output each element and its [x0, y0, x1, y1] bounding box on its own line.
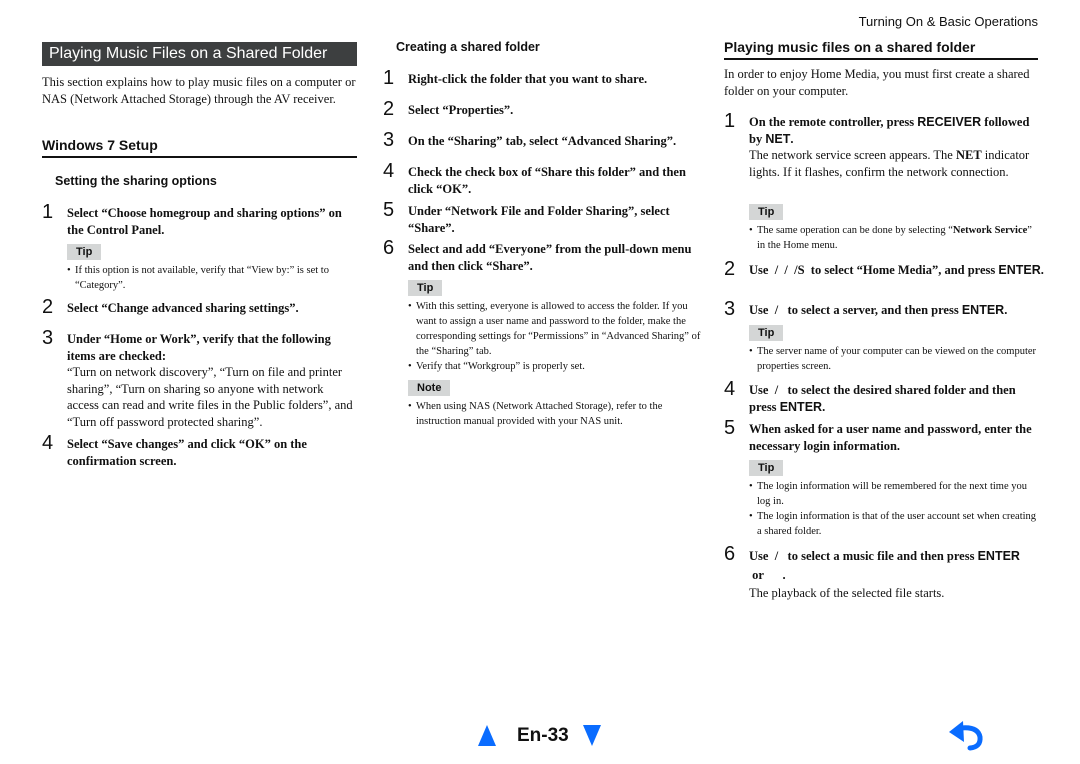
tip-item: If this option is not available, verify … [67, 263, 359, 293]
step-number: 5 [724, 417, 736, 439]
step-number: 3 [42, 327, 54, 349]
step-item: 3 Under “Home or Work”, verify that the … [42, 327, 357, 430]
step-text: Right-click the folder that you want to … [408, 72, 648, 86]
section-header: Turning On & Basic Operations [858, 14, 1038, 29]
step-text: Select “Choose homegroup and sharing opt… [67, 206, 342, 237]
step-text: Select “Properties”. [408, 103, 514, 117]
step-number: 3 [383, 129, 395, 151]
step-text: Select “Save changes” and click “OK” on … [67, 437, 307, 468]
tip-badge: Tip [67, 244, 102, 260]
step-item: 5 Under “Network File and Folder Sharing… [383, 199, 698, 236]
step-body: The network service screen appears. The … [749, 148, 1030, 179]
tip-item: Verify that “Workgroup” is properly set. [408, 359, 703, 374]
windows7-heading: Windows 7 Setup [42, 137, 357, 158]
intro-text: This section explains how to play music … [42, 75, 356, 106]
step-number: 6 [724, 543, 736, 565]
tip-item: The login information is that of the use… [749, 509, 1039, 539]
step-item: 3 Use / to select a server, and then pre… [724, 298, 1038, 320]
step-item: 3 On the “Sharing” tab, select “Advanced… [383, 129, 698, 151]
next-page-icon[interactable] [583, 725, 601, 746]
step-item: 4 Select “Save changes” and click “OK” o… [42, 432, 357, 469]
tip-badge: Tip [749, 204, 784, 220]
step-number: 2 [42, 296, 54, 318]
back-icon[interactable] [946, 720, 986, 752]
step-text: Under “Home or Work”, verify that the fo… [67, 332, 331, 363]
step-text: On the “Sharing” tab, select “Advanced S… [408, 134, 677, 148]
step-text: When asked for a user name and password,… [749, 422, 1032, 453]
step-text: Under “Network File and Folder Sharing”,… [408, 204, 670, 235]
tip-item: With this setting, everyone is allowed t… [408, 299, 703, 359]
note-badge: Note [408, 380, 451, 396]
step-item: 2 Select “Properties”. [383, 98, 698, 120]
step-text: Use / to select a music file and then pr… [749, 549, 1020, 582]
step-number: 4 [724, 378, 736, 400]
step-number: 4 [383, 160, 395, 182]
step-number: 5 [383, 199, 395, 221]
tip-item: The login information will be remembered… [749, 479, 1039, 509]
step-text: Select “Change advanced sharing settings… [67, 301, 299, 315]
step-number: 1 [42, 201, 54, 223]
step-text: Check the check box of “Share this folde… [408, 165, 686, 196]
tip-list: The login information will be remembered… [749, 479, 1039, 539]
sharing-options-subheading: Setting the sharing options [55, 174, 217, 188]
right-intro-text: In order to enjoy Home Media, you must f… [724, 67, 1030, 98]
step-number: 6 [383, 237, 395, 259]
step-number: 2 [724, 258, 736, 280]
tip-item: The server name of your computer can be … [749, 344, 1039, 374]
step-item: 1 On the remote controller, press RECEIV… [724, 110, 1038, 180]
step-number: 1 [383, 67, 395, 89]
creating-folder-subheading: Creating a shared folder [396, 40, 540, 54]
step-item: 6 Select and add “Everyone” from the pul… [383, 237, 698, 274]
section-banner: Playing Music Files on a Shared Folder [42, 42, 357, 66]
step-body: The playback of the selected file starts… [749, 586, 945, 600]
tip-list: The same operation can be done by select… [749, 223, 1039, 253]
step-text: Use / to select a server, and then press… [749, 303, 1008, 317]
step-item: 2 Use / / /S to select “Home Media”, and… [724, 258, 1044, 280]
step-item: 6 Use / to select a music file and then … [724, 543, 1038, 602]
step-item: 4 Use / to select the desired shared fol… [724, 378, 1038, 415]
step-item: 4 Check the check box of “Share this fol… [383, 160, 698, 197]
page-number: En-33 [517, 725, 569, 746]
note-item: When using NAS (Network Attached Storage… [408, 399, 703, 429]
shared-folder-heading: Playing music files on a shared folder [724, 39, 1038, 60]
step-body: “Turn on network discovery”, “Turn on fi… [67, 365, 353, 429]
tip-badge: Tip [749, 460, 784, 476]
tip-badge: Tip [749, 325, 784, 341]
tip-list: If this option is not available, verify … [67, 263, 359, 293]
step-item: 2 Select “Change advanced sharing settin… [42, 296, 357, 318]
previous-page-icon[interactable] [478, 725, 496, 746]
step-text: Use / / /S to select “Home Media”, and p… [749, 263, 1044, 277]
tip-list: The server name of your computer can be … [749, 344, 1039, 374]
step-text: Select and add “Everyone” from the pull-… [408, 242, 692, 273]
step-item: 1 Select “Choose homegroup and sharing o… [42, 201, 357, 238]
note-list: When using NAS (Network Attached Storage… [408, 399, 703, 429]
tip-list: With this setting, everyone is allowed t… [408, 299, 703, 374]
step-number: 1 [724, 110, 736, 132]
step-number: 2 [383, 98, 395, 120]
step-number: 3 [724, 298, 736, 320]
step-text: On the remote controller, press RECEIVER… [749, 115, 1030, 146]
step-item: 5 When asked for a user name and passwor… [724, 417, 1038, 454]
step-number: 4 [42, 432, 54, 454]
step-item: 1 Right-click the folder that you want t… [383, 67, 698, 89]
step-text: Use / to select the desired shared folde… [749, 383, 1019, 414]
tip-item: The same operation can be done by select… [749, 223, 1039, 253]
tip-badge: Tip [408, 280, 443, 296]
